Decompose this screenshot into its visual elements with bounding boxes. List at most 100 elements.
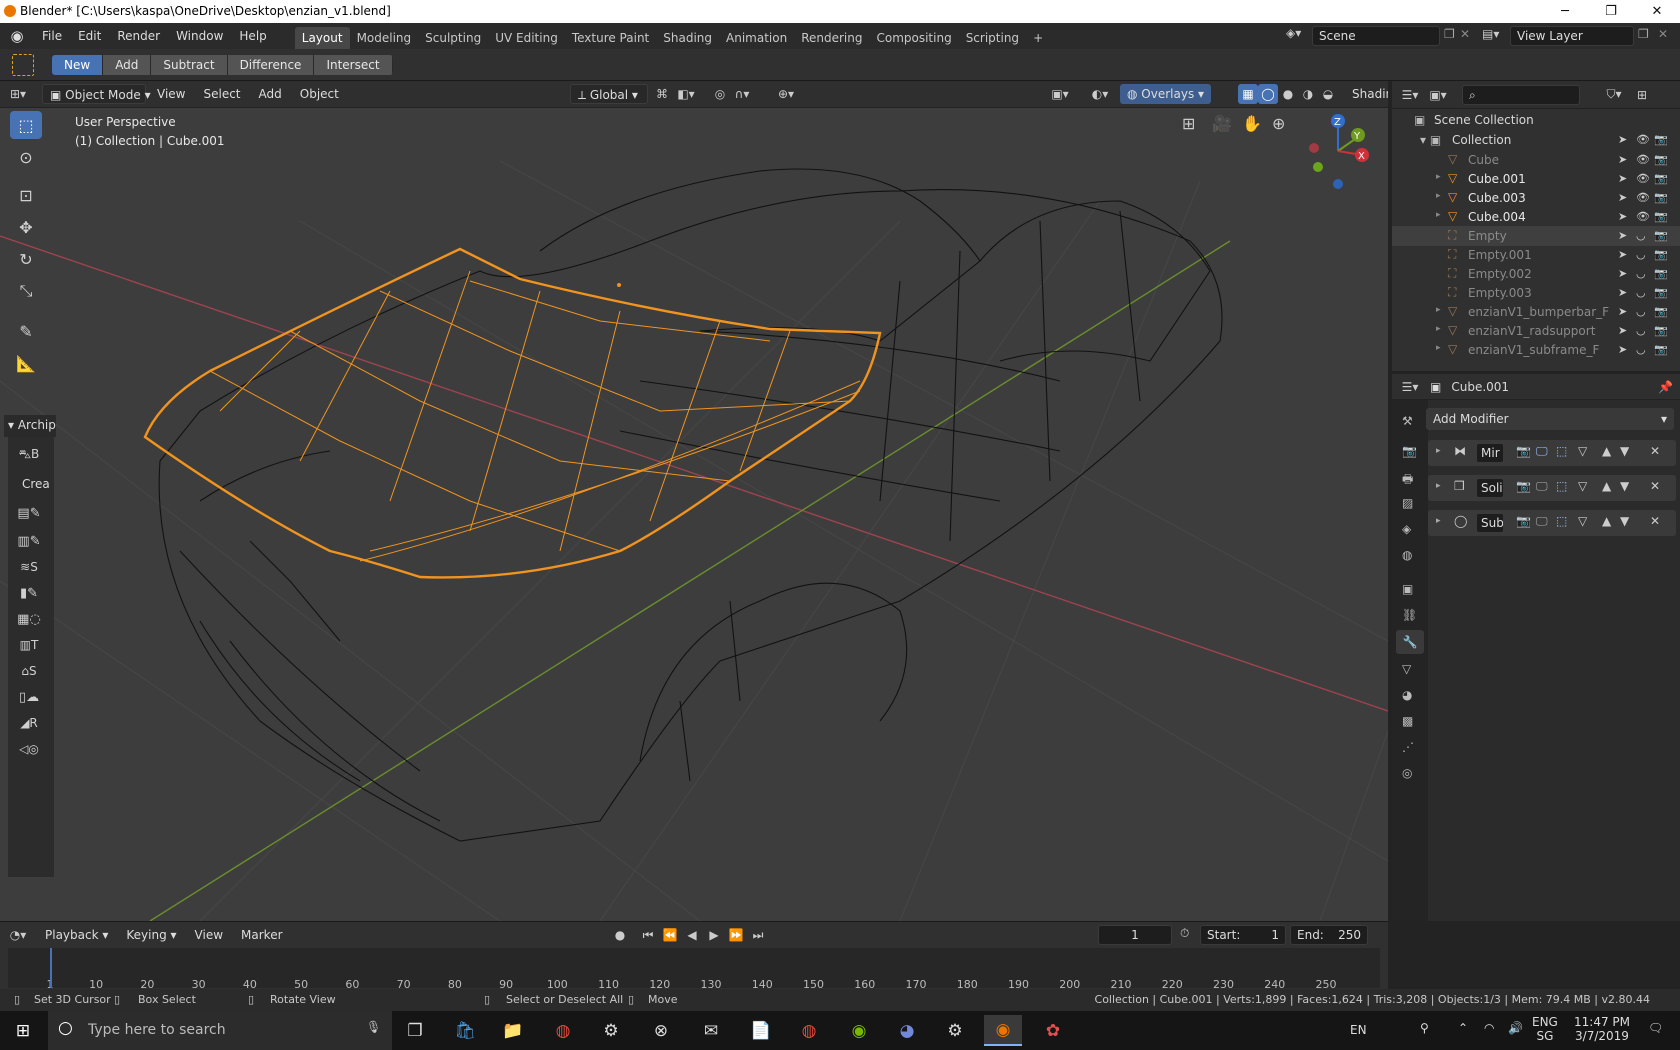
end-frame-field[interactable]: End: 250 <box>1290 925 1368 945</box>
render-toggle-icon[interactable]: 📷 <box>1654 191 1668 204</box>
visibility-toggle-icon[interactable]: 👁 <box>1636 172 1650 185</box>
modifier-panel[interactable]: ▸ ◯ Sub 📷 🖵 ⬚ ▽ ▲ ▼ ✕ <box>1428 510 1676 536</box>
on-cage-icon[interactable]: ▽ <box>1578 479 1587 493</box>
nvidia-icon[interactable]: ◉ <box>840 1015 878 1046</box>
expand-arrow-icon[interactable]: ▸ <box>1436 516 1441 526</box>
expand-arrow-icon[interactable]: ▸ <box>1436 324 1441 334</box>
blender-taskbar-icon[interactable]: ◉ <box>984 1015 1022 1046</box>
visibility-toggle-icon[interactable]: ◡ <box>1636 324 1646 337</box>
render-tab-icon[interactable]: 📷 <box>1402 444 1417 458</box>
move-tool-icon[interactable]: ✥ <box>10 213 42 241</box>
view-object-types-icon[interactable]: ▣▾ <box>1050 84 1070 104</box>
viewport-menu-add[interactable]: Add <box>252 84 289 104</box>
timeline-menu-view[interactable]: View <box>188 925 230 945</box>
taskbar-clock[interactable]: 11:47 PM 3/7/2019 <box>1566 1015 1638 1043</box>
restore-button[interactable]: ❐ <box>1588 0 1634 23</box>
taskbar-search-box[interactable]: ○ Type here to search 🎙 <box>48 1011 392 1050</box>
workspace-tab-sculpting[interactable]: Sculpting <box>418 27 488 49</box>
record-keyframes-icon[interactable]: ● <box>610 925 630 945</box>
snap-target-icon[interactable]: ◧▾ <box>676 84 696 104</box>
render-toggle-icon[interactable]: 📷 <box>1654 286 1668 299</box>
scene-field[interactable]: Scene <box>1312 26 1440 46</box>
cursor-tool-icon[interactable]: ⊙ <box>10 143 42 171</box>
render-toggle-icon[interactable]: 📷 <box>1654 248 1668 261</box>
outliner-item[interactable]: ⛶ Empty.002 ➤ ◡ 📷 <box>1392 264 1680 284</box>
archipack-panel-header[interactable]: ▾ Archip <box>4 415 56 437</box>
jump-prev-keyframe-icon[interactable]: ⏪ <box>660 925 680 945</box>
bool-new-button[interactable]: New <box>52 55 104 75</box>
workspace-tab-shading[interactable]: Shading <box>656 27 719 49</box>
new-view-layer-icon[interactable]: ❐ <box>1638 27 1649 41</box>
archipack-window-icon[interactable]: ▦◌ <box>13 605 45 633</box>
camera-view-icon[interactable]: 🎥 <box>1212 114 1232 133</box>
render-toggle-icon[interactable]: 📷 <box>1654 324 1668 337</box>
close-button[interactable]: ✕ <box>1634 0 1680 23</box>
particles-tab-icon[interactable]: ⋰ <box>1402 740 1414 754</box>
windows-start-icon[interactable]: ⊞ <box>4 1015 42 1046</box>
view-layer-field[interactable]: View Layer <box>1510 26 1634 46</box>
measure-tool-icon[interactable]: 📐 <box>10 349 42 377</box>
move-up-icon[interactable]: ▲ <box>1602 514 1611 528</box>
bool-intersect-button[interactable]: Intersect <box>314 55 393 75</box>
bool-add-button[interactable]: Add <box>103 55 152 75</box>
move-down-icon[interactable]: ▼ <box>1620 479 1629 493</box>
constraints-tab-icon[interactable]: ⛓ <box>1402 608 1417 622</box>
volume-icon[interactable]: 🔊 <box>1508 1021 1523 1035</box>
select-box-tool-icon[interactable]: ⬚ <box>10 111 42 139</box>
view-layer-icon[interactable]: ▤▾ <box>1482 27 1499 41</box>
snap-icon[interactable]: ⌘ <box>652 84 672 104</box>
shading-dropdown[interactable]: Shading ▾ <box>1345 84 1388 104</box>
remove-modifier-icon[interactable]: ✕ <box>1650 444 1660 458</box>
minimize-button[interactable]: ─ <box>1542 0 1588 23</box>
workspace-tab-scripting[interactable]: Scripting <box>959 27 1026 49</box>
archipack-car-icon[interactable]: ⛍B <box>13 441 45 469</box>
viewport-menu-select[interactable]: Select <box>196 84 247 104</box>
workspace-tab-texture-paint[interactable]: Texture Paint <box>565 27 656 49</box>
expand-arrow-icon[interactable]: ▸ <box>1436 343 1441 353</box>
move-down-icon[interactable]: ▼ <box>1620 444 1629 458</box>
workspace-tab-compositing[interactable]: Compositing <box>869 27 958 49</box>
chrome-2-icon[interactable]: ◍ <box>790 1015 828 1046</box>
modifier-panel[interactable]: ▸ ⧓ Mir 📷 🖵 ⬚ ▽ ▲ ▼ ✕ <box>1428 440 1676 466</box>
people-icon[interactable]: ⚲ <box>1420 1021 1429 1035</box>
archipack-floor-icon[interactable]: ◢R <box>13 709 45 737</box>
documents-icon[interactable]: 📄 <box>742 1015 780 1046</box>
cage-toggle-icon[interactable]: ⬚ <box>1556 479 1567 493</box>
visibility-toggle-icon[interactable]: 👁 <box>1636 210 1650 223</box>
zoom-view-icon[interactable]: ⊕ <box>1272 114 1285 133</box>
selectable-toggle-icon[interactable]: ➤ <box>1618 153 1627 166</box>
discord-icon[interactable]: ◕ <box>888 1015 926 1046</box>
timeline-menu-keying[interactable]: Keying ▾ <box>119 925 183 945</box>
task-view-icon[interactable]: ❐ <box>396 1015 434 1046</box>
keyboard-layout[interactable]: ENG SG <box>1532 1015 1558 1043</box>
viewport-menu-view[interactable]: View <box>150 84 192 104</box>
blender-menu-icon[interactable]: ◉ <box>0 27 34 45</box>
archipack-wall-icon[interactable]: ▤✎ <box>13 499 45 527</box>
archipack-door-icon[interactable]: ▮✎ <box>13 579 45 607</box>
rendered-shading-icon[interactable]: ◒ <box>1318 84 1338 104</box>
visibility-toggle-icon[interactable]: ◡ <box>1636 229 1646 242</box>
start-frame-field[interactable]: Start: 1 <box>1200 925 1286 945</box>
tool-tab-icon[interactable]: ⚒ <box>1402 414 1413 428</box>
on-cage-icon[interactable]: ▽ <box>1578 444 1587 458</box>
visibility-toggle-icon[interactable]: ◡ <box>1636 267 1646 280</box>
menu-edit[interactable]: Edit <box>70 23 109 49</box>
solid-shading-icon[interactable]: ● <box>1278 84 1298 104</box>
visibility-toggle-icon[interactable]: 👁 <box>1636 191 1650 204</box>
editmode-toggle-icon[interactable]: 📷 <box>1516 444 1531 458</box>
pivot-icon[interactable]: ⊕▾ <box>776 84 796 104</box>
archipack-truss-icon[interactable]: ▯☁ <box>13 683 45 711</box>
selectable-toggle-icon[interactable]: ➤ <box>1618 248 1627 261</box>
steam-2-icon[interactable]: ⚙ <box>936 1015 974 1046</box>
microphone-icon[interactable]: 🎙 <box>366 1020 381 1034</box>
expand-arrow-icon[interactable]: ▸ <box>1436 446 1441 456</box>
outliner-item[interactable]: ▸ ▽ Cube.004 ➤ 👁 📷 <box>1392 207 1680 227</box>
current-frame-field[interactable]: 1 <box>1098 925 1172 945</box>
viewport-toggle-icon[interactable]: 🖵 <box>1536 444 1548 459</box>
delete-view-layer-icon[interactable]: ✕ <box>1658 27 1668 41</box>
viewport-toggle-icon[interactable]: 🖵 <box>1536 514 1548 529</box>
outliner-item[interactable]: ⛶ Empty.001 ➤ ◡ 📷 <box>1392 245 1680 265</box>
outliner-item[interactable]: ⛶ Empty ➤ ◡ 📷 <box>1392 226 1680 246</box>
workspace-tab-layout[interactable]: Layout <box>294 27 350 49</box>
expand-arrow-icon[interactable]: ▸ <box>1436 210 1441 220</box>
